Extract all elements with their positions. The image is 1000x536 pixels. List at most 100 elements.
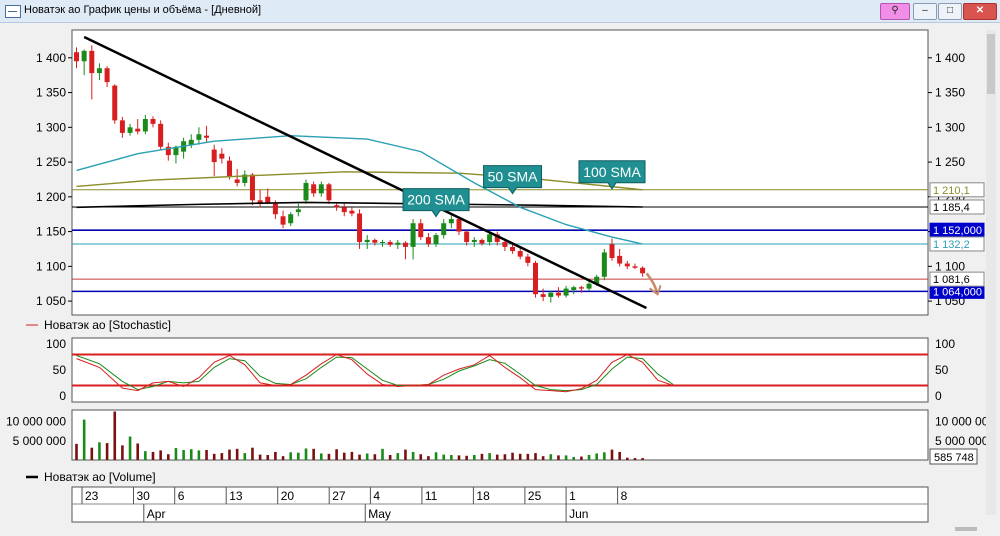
candle-body [571, 287, 577, 290]
window-title: Новатэк ао График цены и объёма - [Дневн… [24, 4, 262, 16]
volume-bar [381, 448, 384, 460]
price-ytick-label-left: 1 150 [36, 225, 66, 239]
volume-bar [350, 451, 354, 460]
volume-bar [136, 443, 139, 460]
volume-bar [320, 453, 323, 460]
volume-bar [396, 453, 400, 460]
candle-body [288, 214, 294, 224]
candle-body [502, 242, 508, 247]
price-ytick-label-right: 1 100 [935, 259, 965, 273]
candle-body [196, 134, 202, 140]
candle-body [372, 239, 378, 243]
candle-body [249, 174, 255, 201]
volume-bar [465, 455, 468, 460]
candle-body [418, 223, 424, 238]
candle-body [555, 292, 561, 296]
x-month-label: Jun [569, 507, 588, 521]
candle-body [142, 118, 148, 132]
candle-body [334, 205, 340, 208]
volume-bar [365, 453, 369, 460]
volume-ytick-label-right: 5 000 000 [935, 434, 989, 448]
volume-bar [495, 454, 499, 460]
stochastic-ytick-label-right: 100 [935, 337, 955, 351]
candle-body [387, 242, 393, 245]
candle-body [295, 209, 301, 213]
volume-bar [641, 458, 644, 460]
candle-body [204, 135, 210, 138]
candle-body [119, 120, 125, 133]
candle-body [211, 149, 217, 163]
volume-bar [358, 454, 361, 460]
volume-bar [121, 445, 124, 460]
stochastic-ytick-label-right: 50 [935, 363, 949, 377]
candle-body [311, 184, 317, 194]
volume-bar [603, 452, 606, 460]
candle-body [563, 288, 569, 296]
candle-body [234, 179, 240, 183]
volume-bar [564, 455, 568, 460]
candle-body [578, 287, 584, 289]
candle-body [433, 235, 439, 245]
volume-bar [159, 450, 162, 460]
volume-bar [587, 455, 591, 460]
volume-bar [388, 455, 392, 460]
stochastic-ytick-label-right: 0 [935, 389, 942, 403]
volume-bar [633, 458, 637, 460]
candle-body [456, 219, 462, 232]
candle-body [81, 50, 87, 62]
candle-body [510, 246, 516, 252]
volume-bar [251, 447, 254, 460]
volume-bar [274, 451, 277, 460]
candle-body [395, 242, 401, 245]
maximize-button[interactable]: □ [938, 3, 962, 20]
candle-body [601, 252, 607, 277]
vertical-scrollbar[interactable] [986, 30, 996, 515]
volume-bar [404, 449, 407, 460]
volume-bar [220, 453, 224, 460]
candle-body [540, 294, 546, 297]
volume-bar [182, 450, 185, 460]
price-level-label: 1 185,4 [933, 202, 970, 214]
volume-bar [189, 449, 193, 460]
volume-bar [442, 454, 445, 460]
volume-bar [75, 443, 78, 460]
x-day-label: 23 [85, 489, 99, 503]
volume-bar [541, 456, 545, 460]
candle-body [89, 50, 95, 74]
price-ytick-label-right: 1 350 [935, 86, 965, 100]
volume-bar [235, 448, 239, 460]
volume-bar [82, 419, 86, 460]
candle-body [624, 263, 630, 267]
volume-bar [342, 452, 346, 460]
x-month-label: May [368, 507, 391, 521]
pin-button[interactable]: ⚲ [880, 3, 910, 20]
stochastic-ytick-label-left: 100 [46, 337, 66, 351]
volume-bar [335, 449, 338, 460]
candle-body [341, 207, 347, 213]
volume-pane [71, 409, 929, 461]
volume-bar [144, 451, 147, 460]
candle-body [357, 213, 363, 243]
volume-bar [197, 450, 201, 460]
x-day-label: 11 [425, 489, 438, 503]
volume-bar [174, 448, 178, 460]
candle-body [479, 239, 485, 244]
resize-grip[interactable] [955, 527, 977, 531]
close-button[interactable]: ✕ [963, 3, 997, 20]
candle-body [448, 219, 454, 224]
vertical-scrollbar-thumb[interactable] [987, 34, 995, 94]
volume-bar [626, 457, 629, 460]
candle-body [158, 123, 164, 147]
minimize-button[interactable]: – [913, 3, 937, 20]
candle-body [74, 52, 79, 62]
app-chart-icon [5, 5, 21, 18]
x-day-label: 18 [476, 489, 490, 503]
x-month-label: Apr [147, 507, 166, 521]
candle-body [617, 255, 623, 264]
volume-bar [281, 456, 285, 460]
volume-bar [488, 453, 491, 460]
volume-bar [105, 443, 109, 460]
volume-bar [373, 454, 377, 460]
chart-area: 200 SMA50 SMA 100 SMA 1 050 1 0501 100 1 10… [6, 29, 996, 531]
volume-bar [618, 451, 621, 460]
